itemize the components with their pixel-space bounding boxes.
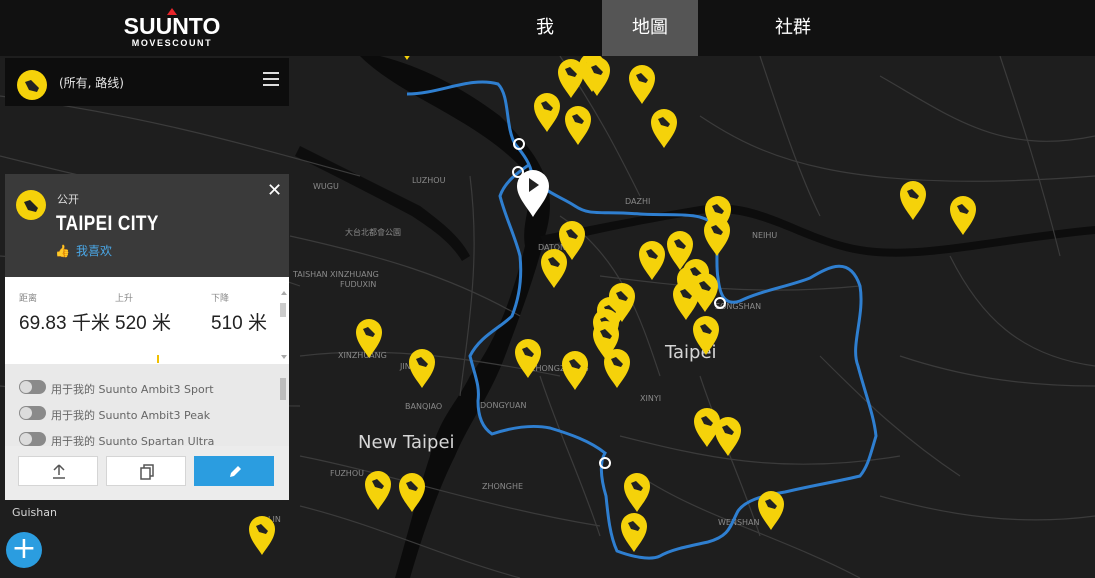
logo-sub: MOVESCOUNT [131,38,213,48]
label-taishan: TAISHAN [292,270,328,279]
elevation-chart-marker [157,355,159,363]
device-list: 用于我的 Suunto Ambit3 Sport 用于我的 Suunto Amb… [5,364,289,446]
label-neihu: NEIHU [752,231,777,240]
label-xinzhuang: XINZHUANG [330,270,379,279]
copy-icon [140,464,154,480]
route-detail-card: 公开 TAIPEI CITY ✕ 👍 我喜欢 距离 69.83 千米 上升 520… [5,174,289,500]
label-fuduxin: FUDUXIN [340,280,376,289]
route-stats: 距离 69.83 千米 上升 520 米 下降 510 米 [5,277,289,364]
menu-icon[interactable] [263,72,279,88]
stat-ascent-value: 520 米 [115,313,171,334]
edit-button[interactable] [194,456,274,486]
route-title: TAIPEI CITY [56,212,159,235]
device-toggle[interactable] [19,380,46,394]
label-wenshan: WENSHAN [718,518,760,527]
device-scrollbar[interactable] [279,374,287,444]
label-guishan: Guishan [12,506,57,519]
stat-ascent: 上升 520 米 [115,291,171,335]
device-label: 用于我的 Suunto Ambit3 Peak [51,409,211,422]
like-button[interactable]: 👍 我喜欢 [55,242,112,259]
label-dongyuan: DONGYUAN [480,401,526,410]
device-toggle[interactable] [19,406,46,420]
label-zhonghe: ZHONGHE [482,482,523,491]
route-owner-avatar-icon [16,190,46,220]
stat-descent-label: 下降 [211,294,230,304]
route-card-header: 公开 TAIPEI CITY ✕ 👍 我喜欢 [5,174,289,277]
label-luzhou: LUZHOU [412,176,446,185]
label-new-taipei: New Taipei [358,432,455,453]
tab-community[interactable]: 社群 [748,0,838,56]
like-label: 我喜欢 [75,244,112,258]
stat-descent-value: 510 米 [211,313,267,334]
logo-brand: SUUNTO [123,13,221,39]
device-label: 用于我的 Suunto Ambit3 Sport [51,383,214,396]
stat-descent: 下降 510 米 [211,291,267,335]
label-fuzhou: FUZHOU [330,469,364,478]
label-xinyi: XINYI [640,394,661,403]
label-dazhi: DAZHI [625,197,650,206]
tab-map[interactable]: 地圖 [602,0,698,56]
filter-label: (所有, 路线) [59,76,124,90]
stat-ascent-label: 上升 [115,294,134,304]
edit-icon [230,466,241,477]
device-label: 用于我的 Suunto Spartan Ultra [51,435,215,446]
route-visibility: 公开 [57,193,79,206]
add-route-button[interactable]: + [6,532,42,568]
upload-icon [53,464,65,479]
thumbs-up-icon: 👍 [55,244,70,258]
tab-me[interactable]: 我 [504,0,586,56]
stat-distance: 距离 69.83 千米 [19,291,110,335]
label-banqiao: BANQIAO [405,402,442,411]
label-songshan: SONGSHAN [715,302,761,311]
route-actions [5,446,289,500]
label-wugu: WUGU [313,182,339,191]
label-xinzhuang2: XINZHUANG [338,351,387,360]
label-park: 大台北都會公園 [345,227,401,237]
app-root: LUZHOU WUGU 大台北都會公園 DAZHI NEIHU SONGSHAN… [0,0,1095,578]
device-toggle[interactable] [19,432,46,446]
stats-scrollbar[interactable] [279,289,287,359]
top-navigation: SUUNTO MOVESCOUNT 我 地圖 社群 [0,0,1095,56]
suunto-logo[interactable]: SUUNTO MOVESCOUNT [120,8,224,49]
map-filter-bar[interactable]: (所有, 路线) [5,58,289,106]
user-avatar-icon [17,70,47,100]
stat-distance-value: 69.83 千米 [19,313,110,334]
scroll-down-icon[interactable] [281,355,287,359]
stat-distance-label: 距离 [19,294,38,304]
upload-button[interactable] [18,456,98,486]
copy-button[interactable] [106,456,186,486]
close-icon[interactable]: ✕ [267,180,282,201]
